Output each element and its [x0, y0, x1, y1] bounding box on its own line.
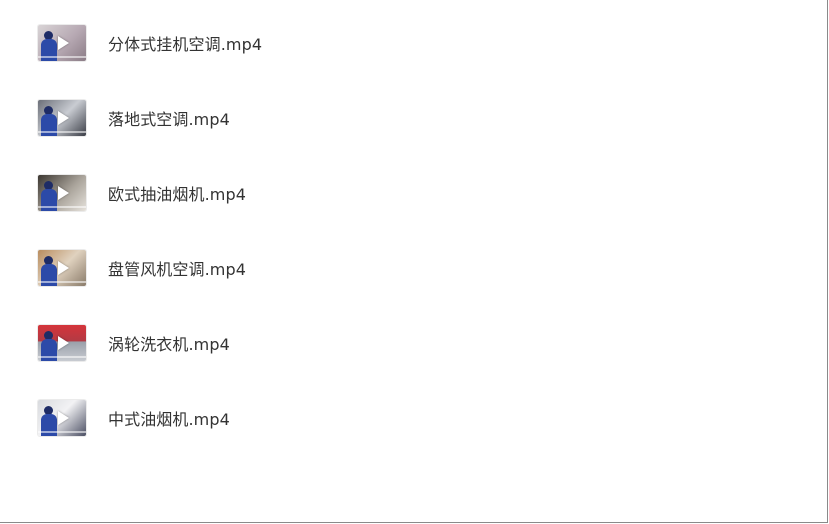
play-icon — [58, 186, 69, 200]
video-item[interactable]: 盘管风机空调.mp4 — [38, 249, 246, 287]
video-thumbnail[interactable] — [38, 250, 86, 286]
video-thumbnail[interactable] — [38, 100, 86, 136]
video-item[interactable]: 中式油烟机.mp4 — [38, 399, 230, 437]
video-thumbnail[interactable] — [38, 400, 86, 436]
play-icon — [58, 261, 69, 275]
play-icon — [58, 411, 69, 425]
video-thumbnail[interactable] — [38, 325, 86, 361]
thumbnail-caption-bar — [38, 281, 86, 283]
video-title[interactable]: 中式油烟机.mp4 — [108, 406, 230, 430]
video-item[interactable]: 欧式抽油烟机.mp4 — [38, 174, 246, 212]
video-title[interactable]: 欧式抽油烟机.mp4 — [108, 181, 246, 205]
thumbnail-caption-bar — [38, 131, 86, 133]
video-list-panel: 分体式挂机空调.mp4 落地式空调.mp4 欧式抽油烟机.mp4 盘管风机空调.… — [0, 0, 828, 523]
video-item[interactable]: 落地式空调.mp4 — [38, 99, 230, 137]
video-title[interactable]: 盘管风机空调.mp4 — [108, 256, 246, 280]
video-thumbnail[interactable] — [38, 175, 86, 211]
play-icon — [58, 36, 69, 50]
thumbnail-caption-bar — [38, 206, 86, 208]
video-title[interactable]: 落地式空调.mp4 — [108, 106, 230, 130]
video-title[interactable]: 涡轮洗衣机.mp4 — [108, 331, 230, 355]
video-item[interactable]: 涡轮洗衣机.mp4 — [38, 324, 230, 362]
thumbnail-caption-bar — [38, 431, 86, 433]
thumbnail-caption-bar — [38, 356, 86, 358]
play-icon — [58, 336, 69, 350]
thumbnail-caption-bar — [38, 56, 86, 58]
video-title[interactable]: 分体式挂机空调.mp4 — [108, 31, 262, 55]
video-thumbnail[interactable] — [38, 25, 86, 61]
video-item[interactable]: 分体式挂机空调.mp4 — [38, 24, 262, 62]
play-icon — [58, 111, 69, 125]
